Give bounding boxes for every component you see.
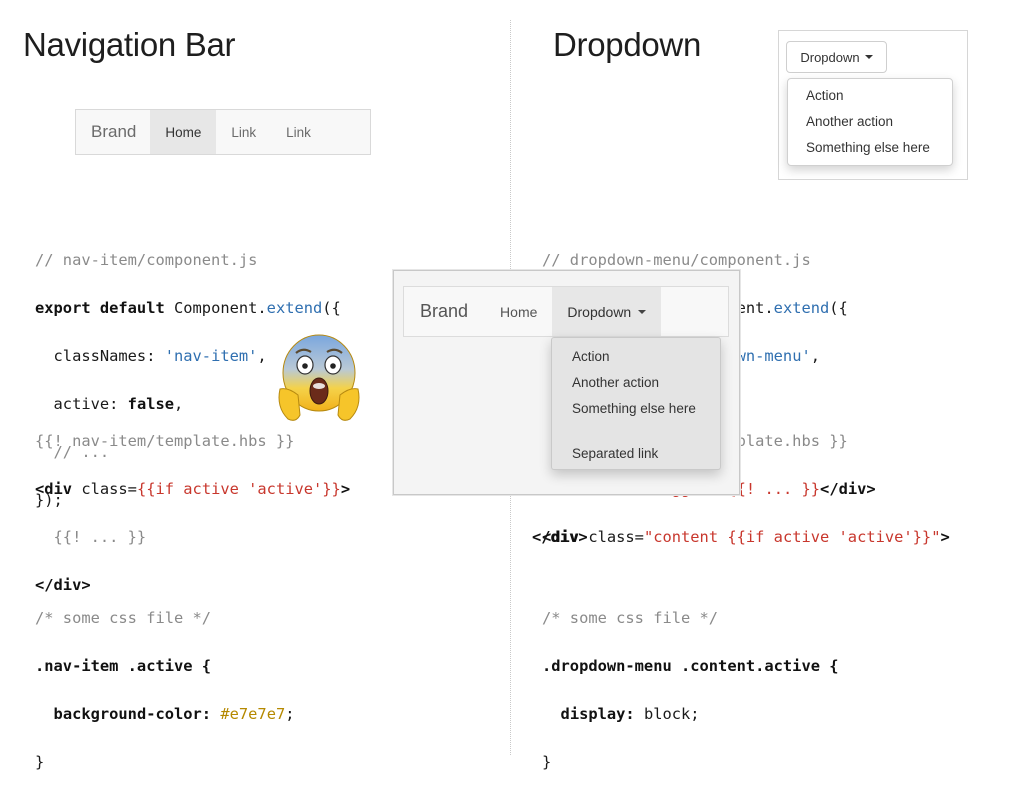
face-screaming-in-fear-icon xyxy=(278,334,360,421)
code-block-dropdown-template-end: </div> xyxy=(532,501,588,573)
overlay-dropdown-label: Dropdown xyxy=(567,303,632,320)
code-line: /* some css file */ xyxy=(35,609,212,627)
dropdown-menu: Action Another action Something else her… xyxy=(787,78,953,166)
code-line: display: block; xyxy=(560,705,700,723)
overlay-nav-item-dropdown[interactable]: Dropdown xyxy=(552,287,662,336)
code-line: /* some css file */ xyxy=(542,609,719,627)
code-line: // nav-item/component.js xyxy=(35,251,258,269)
code-line: } xyxy=(35,753,45,771)
overlay-nav-item-home[interactable]: Home xyxy=(485,287,552,336)
nav-item-link-1[interactable]: Link xyxy=(216,110,271,154)
dropdown-menu-item-action[interactable]: Action xyxy=(806,88,844,103)
dropdown-button[interactable]: Dropdown xyxy=(786,41,887,73)
caret-down-icon xyxy=(864,55,873,59)
navbar-brand[interactable]: Brand xyxy=(76,122,150,142)
code-line: {{! ... }} xyxy=(35,528,147,546)
code-line: // dropdown-menu/component.js xyxy=(542,251,811,269)
caret-down-icon xyxy=(638,309,647,314)
code-line: <div class="content {{if active 'active'… xyxy=(542,528,950,546)
code-line: .dropdown-menu .content.active { xyxy=(542,657,839,675)
code-block-dropdown-css: /* some css file */ .dropdown-menu .cont… xyxy=(542,582,839,798)
code-line: } xyxy=(542,753,552,771)
code-line: {{! nav-item/template.hbs }} xyxy=(35,432,295,450)
code-line: </div> xyxy=(532,528,588,546)
nav-item-home[interactable]: Home xyxy=(150,110,217,154)
dropdown-menu-item-another-action[interactable]: Another action xyxy=(806,114,893,129)
code-block-nav-item-css: /* some css file */ .nav-item .active { … xyxy=(35,582,295,798)
code-line: .nav-item .active { xyxy=(35,657,212,675)
overlay-menu-item-another-action[interactable]: Another action xyxy=(572,375,659,390)
overlay-navbar: Brand Home Dropdown xyxy=(403,286,729,337)
nav-item-link-2[interactable]: Link xyxy=(271,110,326,154)
code-line: background-color: #e7e7e7; xyxy=(53,705,295,723)
overlay-menu-item-action[interactable]: Action xyxy=(572,349,610,364)
overlay-menu-item-separated-link[interactable]: Separated link xyxy=(572,446,658,461)
dropdown-menu-item-something-else[interactable]: Something else here xyxy=(806,140,930,155)
heading-navigation-bar: Navigation Bar xyxy=(23,26,236,63)
overlay-menu-item-something-else[interactable]: Something else here xyxy=(572,401,696,416)
navbar-demo: Brand Home Link Link xyxy=(75,109,371,155)
code-line: export default Component.extend({ xyxy=(35,299,341,317)
heading-dropdown: Dropdown xyxy=(553,26,702,63)
code-line: <div class={{if active 'active'}}> xyxy=(35,480,351,498)
overlay-dropdown-menu: Action Another action Something else her… xyxy=(551,337,721,470)
overlay-navbar-brand[interactable]: Brand xyxy=(404,301,485,322)
dropdown-button-label: Dropdown xyxy=(800,49,860,65)
